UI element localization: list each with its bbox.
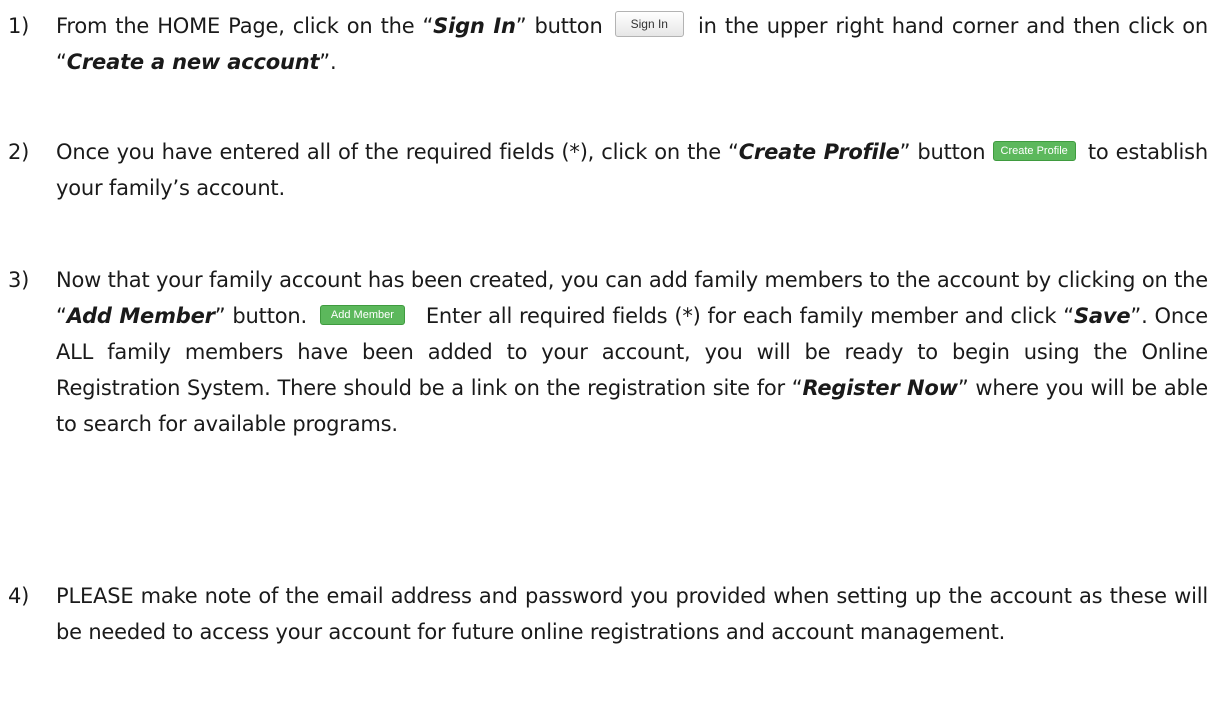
step-number: 3) [8,268,30,292]
text-run: PLEASE make note of the email address an… [56,584,1208,644]
create-profile-button[interactable]: Create Profile [992,141,1076,161]
step-text: From the HOME Page, click on the “Sign I… [56,8,1208,80]
instructions-document: 1) From the HOME Page, click on the “Sig… [0,0,1218,709]
sign-in-button[interactable]: Sign In [614,11,684,37]
step-text: PLEASE make note of the email address an… [56,578,1208,650]
emphasis-add-member: Add Member [66,304,215,328]
step-text: Now that your family account has been cr… [56,262,1208,442]
text-run: From the HOME Page, click on the “ [56,14,434,38]
step-number: 1) [8,14,30,38]
step-1: 1) From the HOME Page, click on the “Sig… [8,8,1208,80]
text-run: Once you have entered all of the require… [56,140,739,164]
text-run: ”. [319,50,337,74]
text-run: Enter all required fields (*) for each f… [418,304,1074,328]
step-text: Once you have entered all of the require… [56,134,1208,206]
step-3: 3) Now that your family account has been… [8,262,1208,442]
step-4: 4) PLEASE make note of the email address… [8,578,1208,650]
emphasis-create-profile: Create Profile [738,140,900,164]
text-run: ” button [515,14,611,38]
step-number: 4) [8,584,30,608]
emphasis-save: Save [1073,304,1131,328]
text-run: ” button. [214,304,314,328]
add-member-button[interactable]: Add Member [319,305,405,325]
emphasis-register-now: Register Now [802,376,958,400]
step-number: 2) [8,140,30,164]
text-run: ” button [899,140,993,164]
emphasis-create-account: Create a new account [66,50,320,74]
emphasis-sign-in: Sign In [433,14,516,38]
step-2: 2) Once you have entered all of the requ… [8,134,1208,206]
